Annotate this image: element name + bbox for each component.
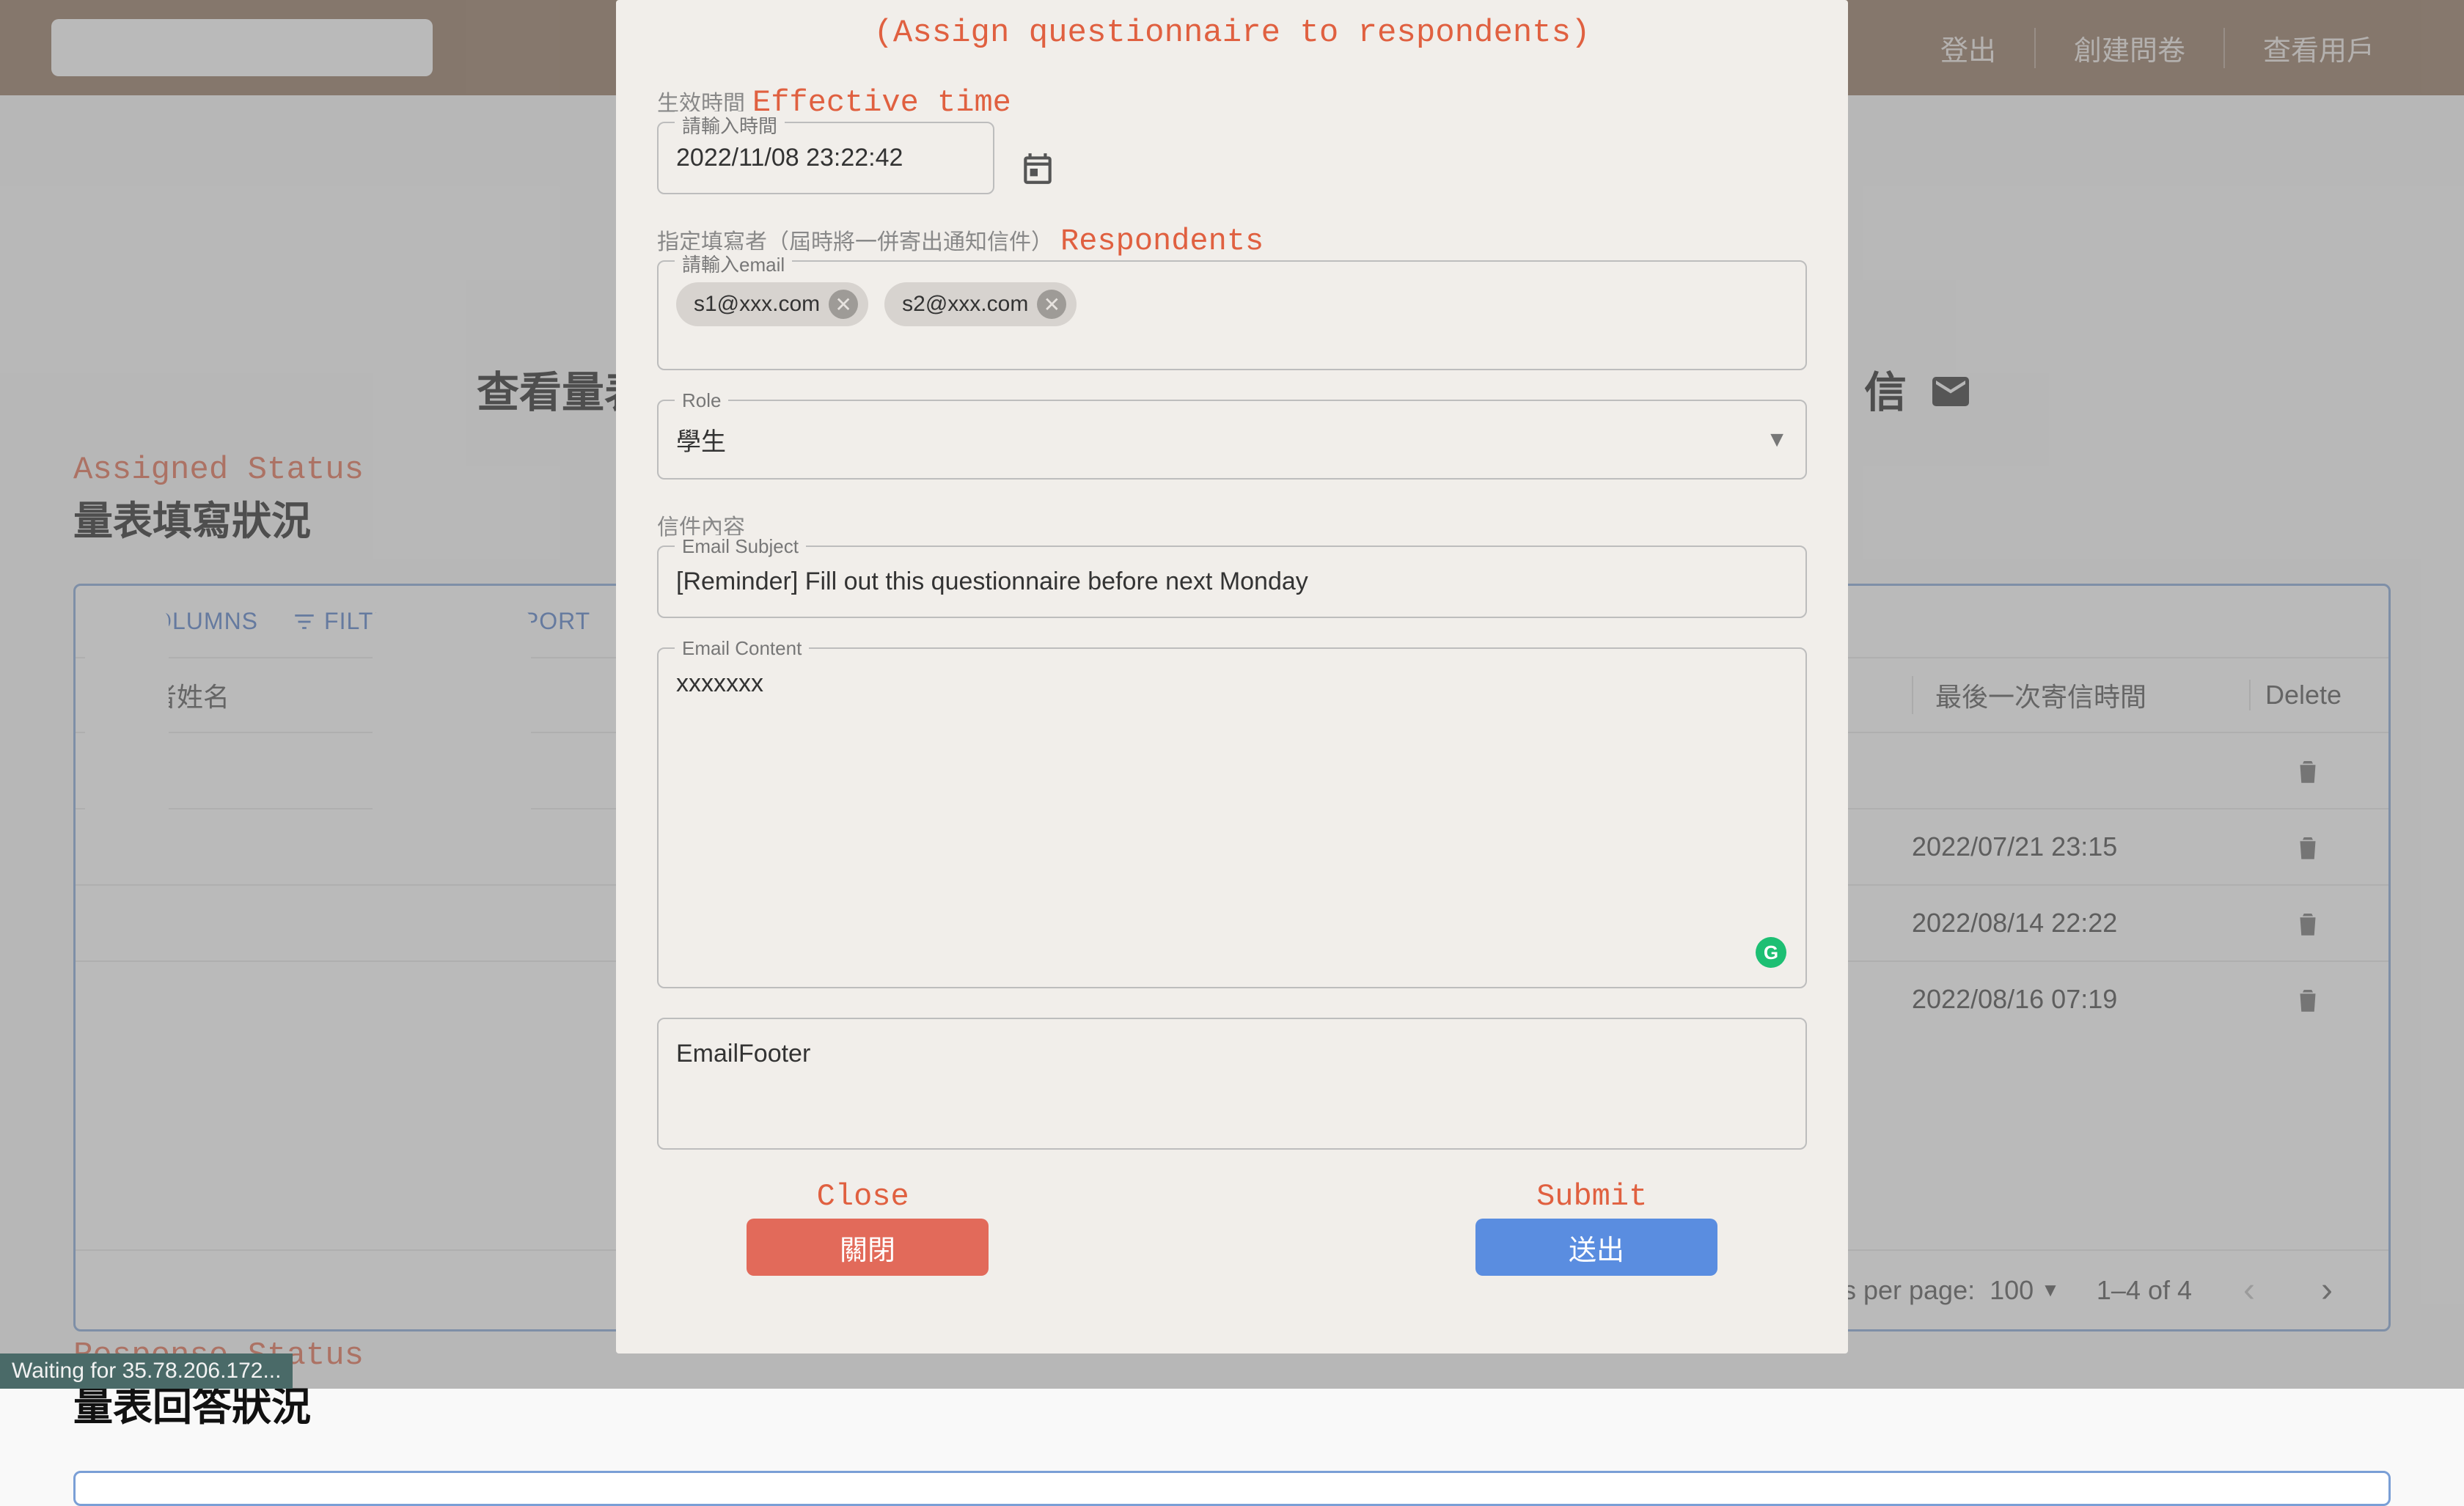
response-grid [73,1471,2391,1506]
respondents-field[interactable]: 請輸入email s1@xxx.com ✕ s2@xxx.com ✕ [657,260,1807,370]
email-footer-textarea[interactable] [676,1040,1788,1128]
chip-remove-icon[interactable]: ✕ [829,290,858,319]
subject-float-label: Email Subject [675,535,806,558]
datetime-float-label: 請輸入時間 [675,111,785,139]
role-field[interactable]: Role 學生 ▼ [657,400,1807,480]
email-content-textarea[interactable] [676,669,1788,963]
submit-annotation: Submit [1536,1179,1647,1214]
effective-time-input[interactable] [676,144,975,172]
close-button[interactable]: 關閉 [747,1219,989,1276]
chevron-down-icon[interactable]: ▼ [1766,427,1788,452]
email-content-field[interactable]: Email Content G [657,647,1807,988]
email-subject-field[interactable]: Email Subject [657,546,1807,618]
email-chip[interactable]: s2@xxx.com ✕ [884,282,1077,326]
grammarly-icon[interactable]: G [1756,937,1786,968]
effective-time-field[interactable]: 請輸入時間 [657,122,994,194]
respondents-annotation: Respondents [1060,224,1264,259]
email-subject-input[interactable] [676,567,1788,596]
email-content-section-label: 信件內容 [657,509,1807,541]
respondents-float-label: 請輸入email [675,250,792,277]
browser-status-bar: Waiting for 35.78.206.172... [0,1353,293,1389]
calendar-icon[interactable] [1019,150,1056,195]
submit-button[interactable]: 送出 [1475,1219,1717,1276]
email-chip[interactable]: s1@xxx.com ✕ [676,282,868,326]
effective-time-annotation: Effective time [752,85,1011,120]
close-annotation: Close [817,1179,909,1214]
content-float-label: Email Content [675,637,809,660]
assign-questionnaire-modal: (Assign questionnaire to respondents) 生效… [616,0,1848,1353]
modal-title-annotation: (Assign questionnaire to respondents) [616,15,1848,51]
role-select-value: 學生 [676,422,1766,458]
role-float-label: Role [675,389,728,412]
email-footer-field[interactable] [657,1018,1807,1150]
chip-remove-icon[interactable]: ✕ [1037,290,1066,319]
